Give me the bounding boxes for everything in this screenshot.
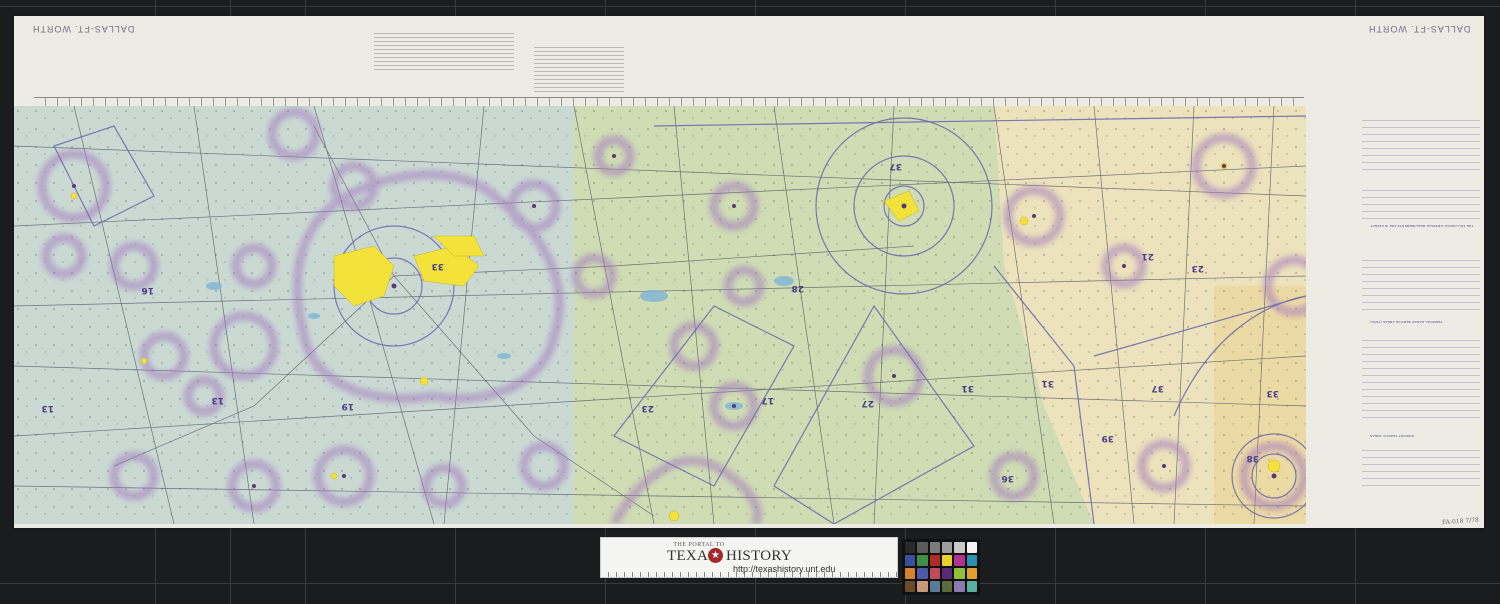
airspace-altitude-label: 36 xyxy=(1001,473,1014,483)
airspace-altitude-label: 28 xyxy=(791,283,804,293)
color-swatch xyxy=(929,568,940,579)
airspace-altitude-label: 21 xyxy=(1141,251,1154,261)
chart-notes-block xyxy=(534,46,624,92)
airspace-altitude-label: 39 xyxy=(1101,433,1114,443)
color-swatch xyxy=(941,542,953,553)
airspace-altitude-label: 33 xyxy=(1266,388,1279,398)
portal-ruler: THE PORTAL TO TEXAS ★ HISTORY http://tex… xyxy=(600,537,898,578)
color-swatch xyxy=(905,555,916,566)
sectional-map: 33 37 16 13 13 19 23 27 17 36 21 31 37 23 33 28 38 39 31 xyxy=(14,106,1306,524)
color-swatch xyxy=(941,568,953,579)
legend-table-airports xyxy=(1362,186,1480,221)
color-swatch xyxy=(954,581,965,592)
legend-heading-requirements: THE FOLLOWING AIRSPACE REQUIREMENTS ARE … xyxy=(1370,224,1474,228)
color-swatch xyxy=(941,555,953,566)
brand-history: HISTORY xyxy=(726,548,793,564)
airspace-altitude-label: 27 xyxy=(861,398,874,408)
handwritten-catalog-note: FA-018 7/78 xyxy=(1441,516,1480,527)
margin-title-right: DALLAS-FT. WORTH xyxy=(1367,24,1470,34)
color-swatch xyxy=(954,555,965,566)
legend-heading-trsa: TERMINAL RADAR SERVICE AREAS (TRSA) xyxy=(1370,320,1443,324)
airspace-altitude-label: 17 xyxy=(761,395,774,405)
color-calibration-card xyxy=(902,539,980,595)
portal-brand: THE PORTAL TO TEXAS ★ HISTORY http://tex… xyxy=(667,542,867,574)
legend-table-trsa xyxy=(1362,336,1480,420)
airspace-altitude-label: 33 xyxy=(431,261,444,271)
color-swatch xyxy=(954,542,965,553)
airspace-altitude-label: 37 xyxy=(1151,383,1164,393)
airspace-altitude-label: 31 xyxy=(1041,378,1054,388)
airspace-altitude-label: 23 xyxy=(641,403,654,413)
backdrop-grid-line xyxy=(0,6,1500,7)
legend-table-frequencies xyxy=(1362,116,1480,172)
legend-heading-traffic-areas: AIRPORT TRAFFIC AREAS xyxy=(1370,434,1414,438)
texas-star-icon: ★ xyxy=(708,548,723,563)
color-swatch xyxy=(966,542,977,553)
color-swatch xyxy=(917,542,928,553)
airspace-altitude-label: 37 xyxy=(889,161,902,171)
color-swatch xyxy=(941,581,953,592)
color-swatch xyxy=(966,581,977,592)
chart-notes-block xyxy=(374,30,514,70)
airspace-altitude-label: 23 xyxy=(1191,263,1204,273)
airspace-altitude-label: 16 xyxy=(141,285,154,295)
portal-url: http://texashistory.unt.edu xyxy=(733,564,836,574)
color-swatch xyxy=(917,568,928,579)
legend-table-services xyxy=(1362,256,1480,312)
color-swatch xyxy=(966,555,977,566)
map-graphic: 33 37 16 13 13 19 23 27 17 36 21 31 37 23 33 28 38 39 31 xyxy=(14,106,1306,524)
color-swatch xyxy=(905,542,916,553)
color-swatch xyxy=(929,555,940,566)
airspace-altitude-label: 19 xyxy=(341,401,354,411)
aeronautical-chart-sheet: DALLAS-FT. WORTH DALLAS-FT. WORTH 33 37 … xyxy=(14,16,1484,528)
map-texture xyxy=(14,106,1306,524)
legend-panel: THE FOLLOWING AIRSPACE REQUIREMENTS ARE … xyxy=(1362,116,1480,516)
color-swatch xyxy=(954,568,965,579)
color-swatch xyxy=(929,542,940,553)
color-swatch xyxy=(905,568,916,579)
backdrop-grid-line xyxy=(0,583,1500,584)
airspace-altitude-label: 38 xyxy=(1246,453,1259,463)
color-swatch xyxy=(905,581,916,592)
color-swatch xyxy=(929,581,940,592)
airspace-altitude-label: 31 xyxy=(961,383,974,393)
airspace-altitude-label: 13 xyxy=(41,403,54,413)
color-swatch xyxy=(917,555,928,566)
margin-title-left: DALLAS-FT. WORTH xyxy=(32,24,135,34)
color-swatch xyxy=(917,581,928,592)
airspace-altitude-label: 13 xyxy=(211,395,224,405)
legend-table-traffic-areas xyxy=(1362,446,1480,488)
color-swatch xyxy=(966,568,977,579)
